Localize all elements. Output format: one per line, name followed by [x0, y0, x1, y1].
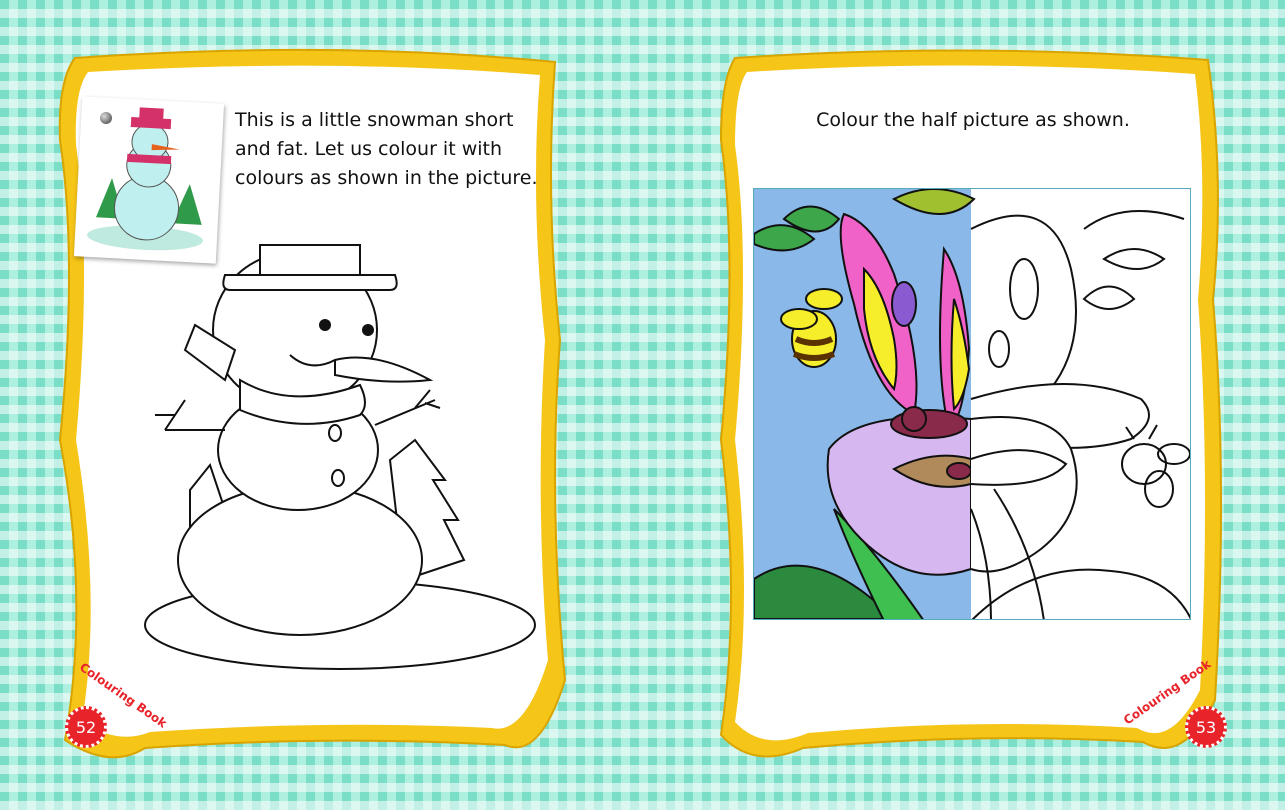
right-page: Colour the half picture as shown. Colour…	[643, 0, 1285, 810]
page-number: 53	[1185, 706, 1227, 748]
instruction-text: Colour the half picture as shown.	[816, 109, 1130, 131]
pushpin-icon	[100, 112, 112, 124]
snowman-outline-illustration	[144, 244, 536, 670]
butterfly-picture	[753, 188, 1191, 620]
instruction-text: This is a little snowman short and fat. …	[235, 109, 538, 189]
page-number: 52	[65, 706, 107, 748]
butterfly-illustration	[754, 189, 1190, 619]
left-page: This is a little snowman short and fat. …	[0, 0, 642, 810]
